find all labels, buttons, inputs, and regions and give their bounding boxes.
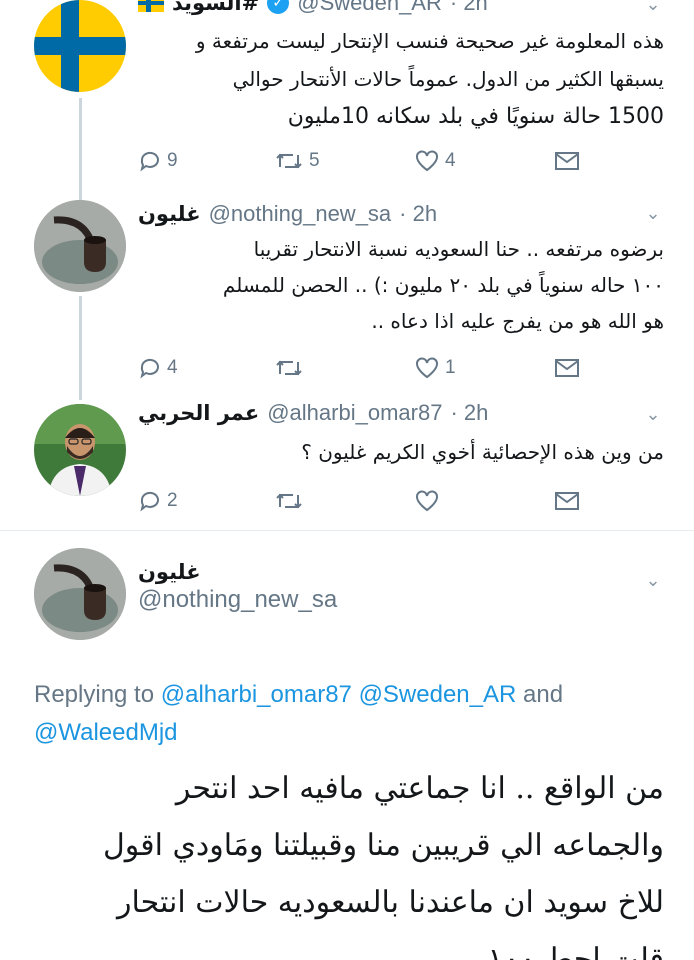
retweet-icon [276,153,302,169]
like-icon [416,150,438,172]
tweet-text-line: هو الله هو من يفرج عليه اذا دعاه .. [371,309,664,333]
mention-link[interactable]: @alharbi_omar87 [161,681,352,708]
user-handle[interactable]: @nothing_new_sa [138,586,337,614]
timestamp[interactable]: · 2h [450,400,488,426]
tweet-text-line: يسبقها الكثير من الدول. عموماً حالات الأ… [232,67,664,91]
reply-count: 2 [167,490,178,511]
dm-button[interactable] [554,486,580,516]
tweet-text: هذه المعلومة غير صحيحة فنسب الإنتحار ليس… [138,22,664,136]
like-button[interactable]: 4 [414,146,456,176]
tweet-header: #السويد ✓ @Sweden_AR · 2h [138,0,642,20]
user-handle[interactable]: @alharbi_omar87 [267,400,442,426]
user-handle[interactable]: @Sweden_AR [297,0,442,16]
retweet-icon [276,360,302,376]
reply-icon [140,151,159,172]
tweet-header: عمر الحربي @alharbi_omar87 · 2h [138,396,642,430]
chevron-down-icon[interactable]: ⌄ [642,404,664,426]
reply-button[interactable]: 9 [138,146,178,176]
chevron-down-icon[interactable]: ⌄ [642,203,664,225]
like-count: 4 [445,150,456,171]
tweet[interactable]: عمر الحربي @alharbi_omar87 · 2h ⌄ من وين… [0,396,694,524]
sweden-flag-icon [138,0,164,12]
tweet-text-line: قلت احط ١٠٠ [487,942,664,960]
verified-icon: ✓ [267,0,290,14]
timestamp[interactable]: · 2h [399,201,437,227]
tweet[interactable]: غليون @nothing_new_sa · 2h ⌄ برضوه مرتفع… [0,197,694,397]
tweet[interactable]: #السويد ✓ @Sweden_AR · 2h ⌄ هذه المعلومة… [0,0,694,200]
tweet-text-line: ١٠٠ حاله سنوياً في بلد ٢٠ مليون :) .. ال… [222,273,664,297]
reply-count: 9 [167,150,178,171]
reply-count: 4 [167,357,178,378]
main-tweet-header: غليون @nothing_new_sa [138,560,337,614]
like-button[interactable]: 1 [414,353,456,383]
user-handle[interactable]: @nothing_new_sa [209,201,392,227]
tweet-text: من وين هذه الإحصائية أخوي الكريم غليون ؟ [138,434,664,470]
tweet-text: برضوه مرتفعه .. حنا السعوديه نسبة الانتح… [138,231,664,339]
mention-link[interactable]: @Sweden_AR [359,681,517,708]
tweet-text-line: هذه المعلومة غير صحيحة فنسب الإنتحار ليس… [195,29,664,53]
retweet-button[interactable]: 5 [274,146,320,176]
dm-icon [555,492,579,510]
dm-button[interactable] [554,353,580,383]
reply-button[interactable]: 4 [138,353,178,383]
dm-button[interactable] [554,146,580,176]
mention-link[interactable]: @WaleedMjd [34,719,178,746]
tweet-actions: 4 1 [138,353,588,383]
tweet-header: غليون @nothing_new_sa · 2h [138,197,642,231]
avatar[interactable] [34,404,126,496]
display-name[interactable]: غليون [138,560,337,584]
reply-icon [140,358,159,379]
tweet-actions: 2 [138,486,588,516]
tweet-text-line: 1500 حالة سنويًا في بلد سكانه 10مليون [287,104,664,129]
like-icon [416,357,438,379]
tweet-text-line: من الواقع .. انا جماعتي مافيه احد انتحر [175,771,664,806]
main-tweet-text: من الواقع .. انا جماعتي مافيه احد انتحر … [34,760,664,960]
like-button[interactable] [414,486,440,516]
like-count: 1 [445,357,456,378]
display-name[interactable]: #السويد [172,0,259,15]
tweet-text-line: من وين هذه الإحصائية أخوي الكريم غليون ؟ [301,440,664,464]
like-icon [416,490,438,512]
reply-icon [140,491,159,512]
retweet-icon [276,493,302,509]
dm-icon [555,152,579,170]
retweet-button[interactable] [274,486,304,516]
divider [0,530,694,531]
display-name[interactable]: غليون [138,202,201,226]
timestamp[interactable]: · 2h [450,0,488,16]
replying-and: and [523,681,564,708]
dm-icon [555,359,579,377]
reply-button[interactable]: 2 [138,486,178,516]
tweet-text-line: برضوه مرتفعه .. حنا السعوديه نسبة الانتح… [253,237,664,261]
chevron-down-icon[interactable]: ⌄ [642,570,664,592]
avatar[interactable] [34,200,126,292]
retweet-button[interactable] [274,353,309,383]
tweet-text-line: والجماعه الي قريبين منا وقبيلتنا ومَاودي… [102,828,664,863]
display-name[interactable]: عمر الحربي [138,401,259,425]
retweet-count: 5 [309,150,320,171]
chevron-down-icon[interactable]: ⌄ [642,0,664,16]
avatar[interactable] [34,548,126,640]
replying-to: Replying to @alharbi_omar87 @Sweden_AR a… [34,676,664,752]
replying-label: Replying to [34,681,155,708]
tweet-text-line: للاخ سويد ان ماعندنا بالسعوديه حالات انت… [116,885,664,920]
tweet-actions: 9 5 4 [138,146,588,176]
avatar[interactable] [34,0,126,92]
